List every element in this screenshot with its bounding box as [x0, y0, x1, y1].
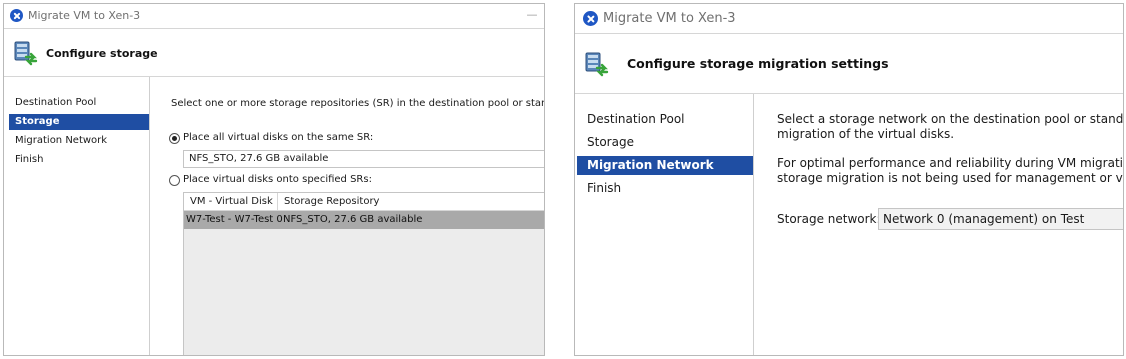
migrate-wizard-network-window: Migrate VM to Xen-3 Configure storage mi… [574, 3, 1124, 356]
instruction-text: Select one or more storage repositories … [171, 98, 544, 109]
description-line-2: migration of the virtual disks. [777, 127, 955, 141]
grid-cell-storage-repository: NFS_STO, 27.6 GB available [283, 214, 423, 225]
nav-item-finish[interactable]: Finish [577, 179, 753, 198]
radio-specified-srs[interactable] [169, 175, 180, 186]
nav-item-storage[interactable]: Storage [9, 114, 149, 130]
title-bar: Migrate VM to Xen-3 [575, 4, 1123, 34]
page-title: Configure storage migration settings [627, 56, 889, 71]
storage-network-dropdown[interactable]: Network 0 (management) on Test [878, 208, 1123, 230]
nav-item-migration-network[interactable]: Migration Network [9, 133, 149, 149]
radio-same-sr-label[interactable]: Place all virtual disks on the same SR: [183, 132, 373, 143]
window-title: Migrate VM to Xen-3 [603, 11, 736, 26]
xen-app-icon [10, 9, 23, 22]
disk-sr-grid[interactable]: VM - Virtual Disk Storage Repository W7-… [183, 192, 544, 355]
storage-network-label: Storage network: [777, 212, 881, 226]
radio-specified-srs-label[interactable]: Place virtual disks onto specified SRs: [183, 174, 372, 185]
nav-item-destination-pool[interactable]: Destination Pool [9, 95, 149, 111]
nav-item-destination-pool[interactable]: Destination Pool [577, 110, 753, 129]
storage-migrate-icon [585, 52, 609, 77]
window-title: Migrate VM to Xen-3 [28, 9, 141, 22]
storage-content: Select one or more storage repositories … [150, 77, 544, 355]
grid-header: VM - Virtual Disk Storage Repository [184, 193, 544, 211]
performance-note-line-2: storage migration is not being used for … [777, 171, 1123, 185]
nav-item-storage[interactable]: Storage [577, 133, 753, 152]
nav-item-finish[interactable]: Finish [9, 152, 149, 168]
xen-app-icon [583, 11, 598, 26]
storage-migrate-icon [14, 41, 38, 66]
description-line-1: Select a storage network on the destinat… [777, 112, 1124, 126]
same-sr-field[interactable]: NFS_STO, 27.6 GB available [183, 150, 544, 168]
wizard-nav: Destination Pool Storage Migration Netwo… [4, 77, 150, 355]
grid-header-vm-disk[interactable]: VM - Virtual Disk [184, 193, 277, 210]
minimize-button[interactable]: — [526, 8, 538, 22]
migrate-wizard-storage-window: Migrate VM to Xen-3 — Configure storage … [3, 3, 545, 356]
performance-note-line-1: For optimal performance and reliability … [777, 156, 1123, 170]
grid-cell-vm-disk: W7-Test - W7-Test 0 [186, 214, 283, 225]
network-content: Select a storage network on the destinat… [754, 94, 1123, 355]
radio-same-sr[interactable] [169, 133, 180, 144]
page-header: Configure storage migration settings [575, 34, 1123, 94]
grid-header-storage-repository[interactable]: Storage Repository [277, 193, 544, 210]
title-bar: Migrate VM to Xen-3 — [4, 4, 544, 29]
wizard-nav: Destination Pool Storage Migration Netwo… [575, 94, 754, 355]
page-header: Configure storage [4, 29, 544, 77]
nav-item-migration-network[interactable]: Migration Network [577, 156, 753, 175]
table-row[interactable]: W7-Test - W7-Test 0 NFS_STO, 27.6 GB ava… [184, 211, 544, 229]
page-title: Configure storage [46, 47, 158, 60]
